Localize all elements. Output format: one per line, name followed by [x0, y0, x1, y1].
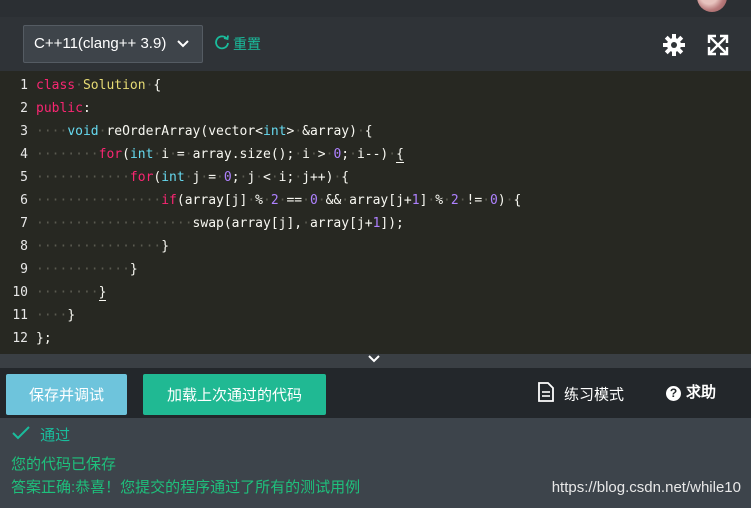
- refresh-icon: [214, 34, 230, 56]
- fullscreen-icon[interactable]: [707, 34, 729, 56]
- language-select-value: C++11(clang++ 3.9): [34, 35, 167, 52]
- status-pass: 通过: [12, 426, 70, 446]
- result-panel: 通过 您的代码已保存 答案正确:恭喜！您提交的程序通过了所有的测试用例 http…: [0, 418, 751, 508]
- help-button[interactable]: ? 求助: [666, 382, 716, 404]
- avatar[interactable]: [697, 0, 727, 12]
- saved-message: 您的代码已保存: [11, 456, 117, 473]
- editor-resize-handle[interactable]: [0, 354, 751, 368]
- file-icon: [537, 382, 555, 409]
- code-line: 11 ····}: [12, 308, 76, 323]
- code-line: 9 ············}: [20, 262, 138, 277]
- check-icon: [12, 426, 34, 444]
- code-line: 12};: [12, 331, 52, 346]
- editor-toolbar: C++11(clang++ 3.9) 重置: [0, 17, 751, 71]
- practice-mode-label: 练习模式: [564, 386, 625, 404]
- reset-button[interactable]: 重置: [214, 33, 261, 55]
- action-bar: 保存并调试 加载上次通过的代码 练习模式 ? 求助: [0, 368, 751, 418]
- status-label: 通过: [40, 427, 71, 444]
- language-select[interactable]: C++11(clang++ 3.9): [23, 25, 203, 63]
- code-line: 1 class·Solution·{: [20, 78, 162, 93]
- practice-mode-button[interactable]: 练习模式: [537, 382, 624, 409]
- save-and-debug-button[interactable]: 保存并调试: [6, 374, 127, 415]
- reset-label: 重置: [233, 36, 261, 52]
- watermark: https://blog.csdn.net/while10: [551, 479, 741, 496]
- top-strip: [0, 0, 751, 17]
- code-line: 10 ········}: [12, 285, 107, 301]
- code-line: 4 ········for(int·i·=·array.size();·i·>·0…: [20, 147, 404, 163]
- correct-message: 答案正确:恭喜！您提交的程序通过了所有的测试用例: [11, 479, 361, 496]
- code-line: 6 ················if(array[j]·%·2·==·0·&&…: [20, 193, 522, 208]
- help-icon: ?: [666, 385, 681, 401]
- code-line: 7 ····················swap(array[j],·arra…: [20, 216, 404, 231]
- gear-icon[interactable]: [663, 34, 685, 56]
- code-line: 5 ············for(int·j·=·0;·j·<·i;·j++)·…: [20, 170, 350, 185]
- code-line: 8 ················}: [20, 239, 170, 254]
- chevron-down-icon: [176, 26, 190, 75]
- code-line: 3 ····void·reOrderArray(vector<int>·&arra…: [20, 124, 373, 139]
- code-editor[interactable]: 1 class·Solution·{ 2 public: 3 ····void·reO…: [0, 71, 751, 354]
- code-line: 2 public:: [20, 101, 91, 116]
- help-label: 求助: [686, 384, 717, 401]
- load-last-passed-button[interactable]: 加载上次通过的代码: [143, 374, 326, 415]
- chevron-down-icon[interactable]: [367, 352, 381, 369]
